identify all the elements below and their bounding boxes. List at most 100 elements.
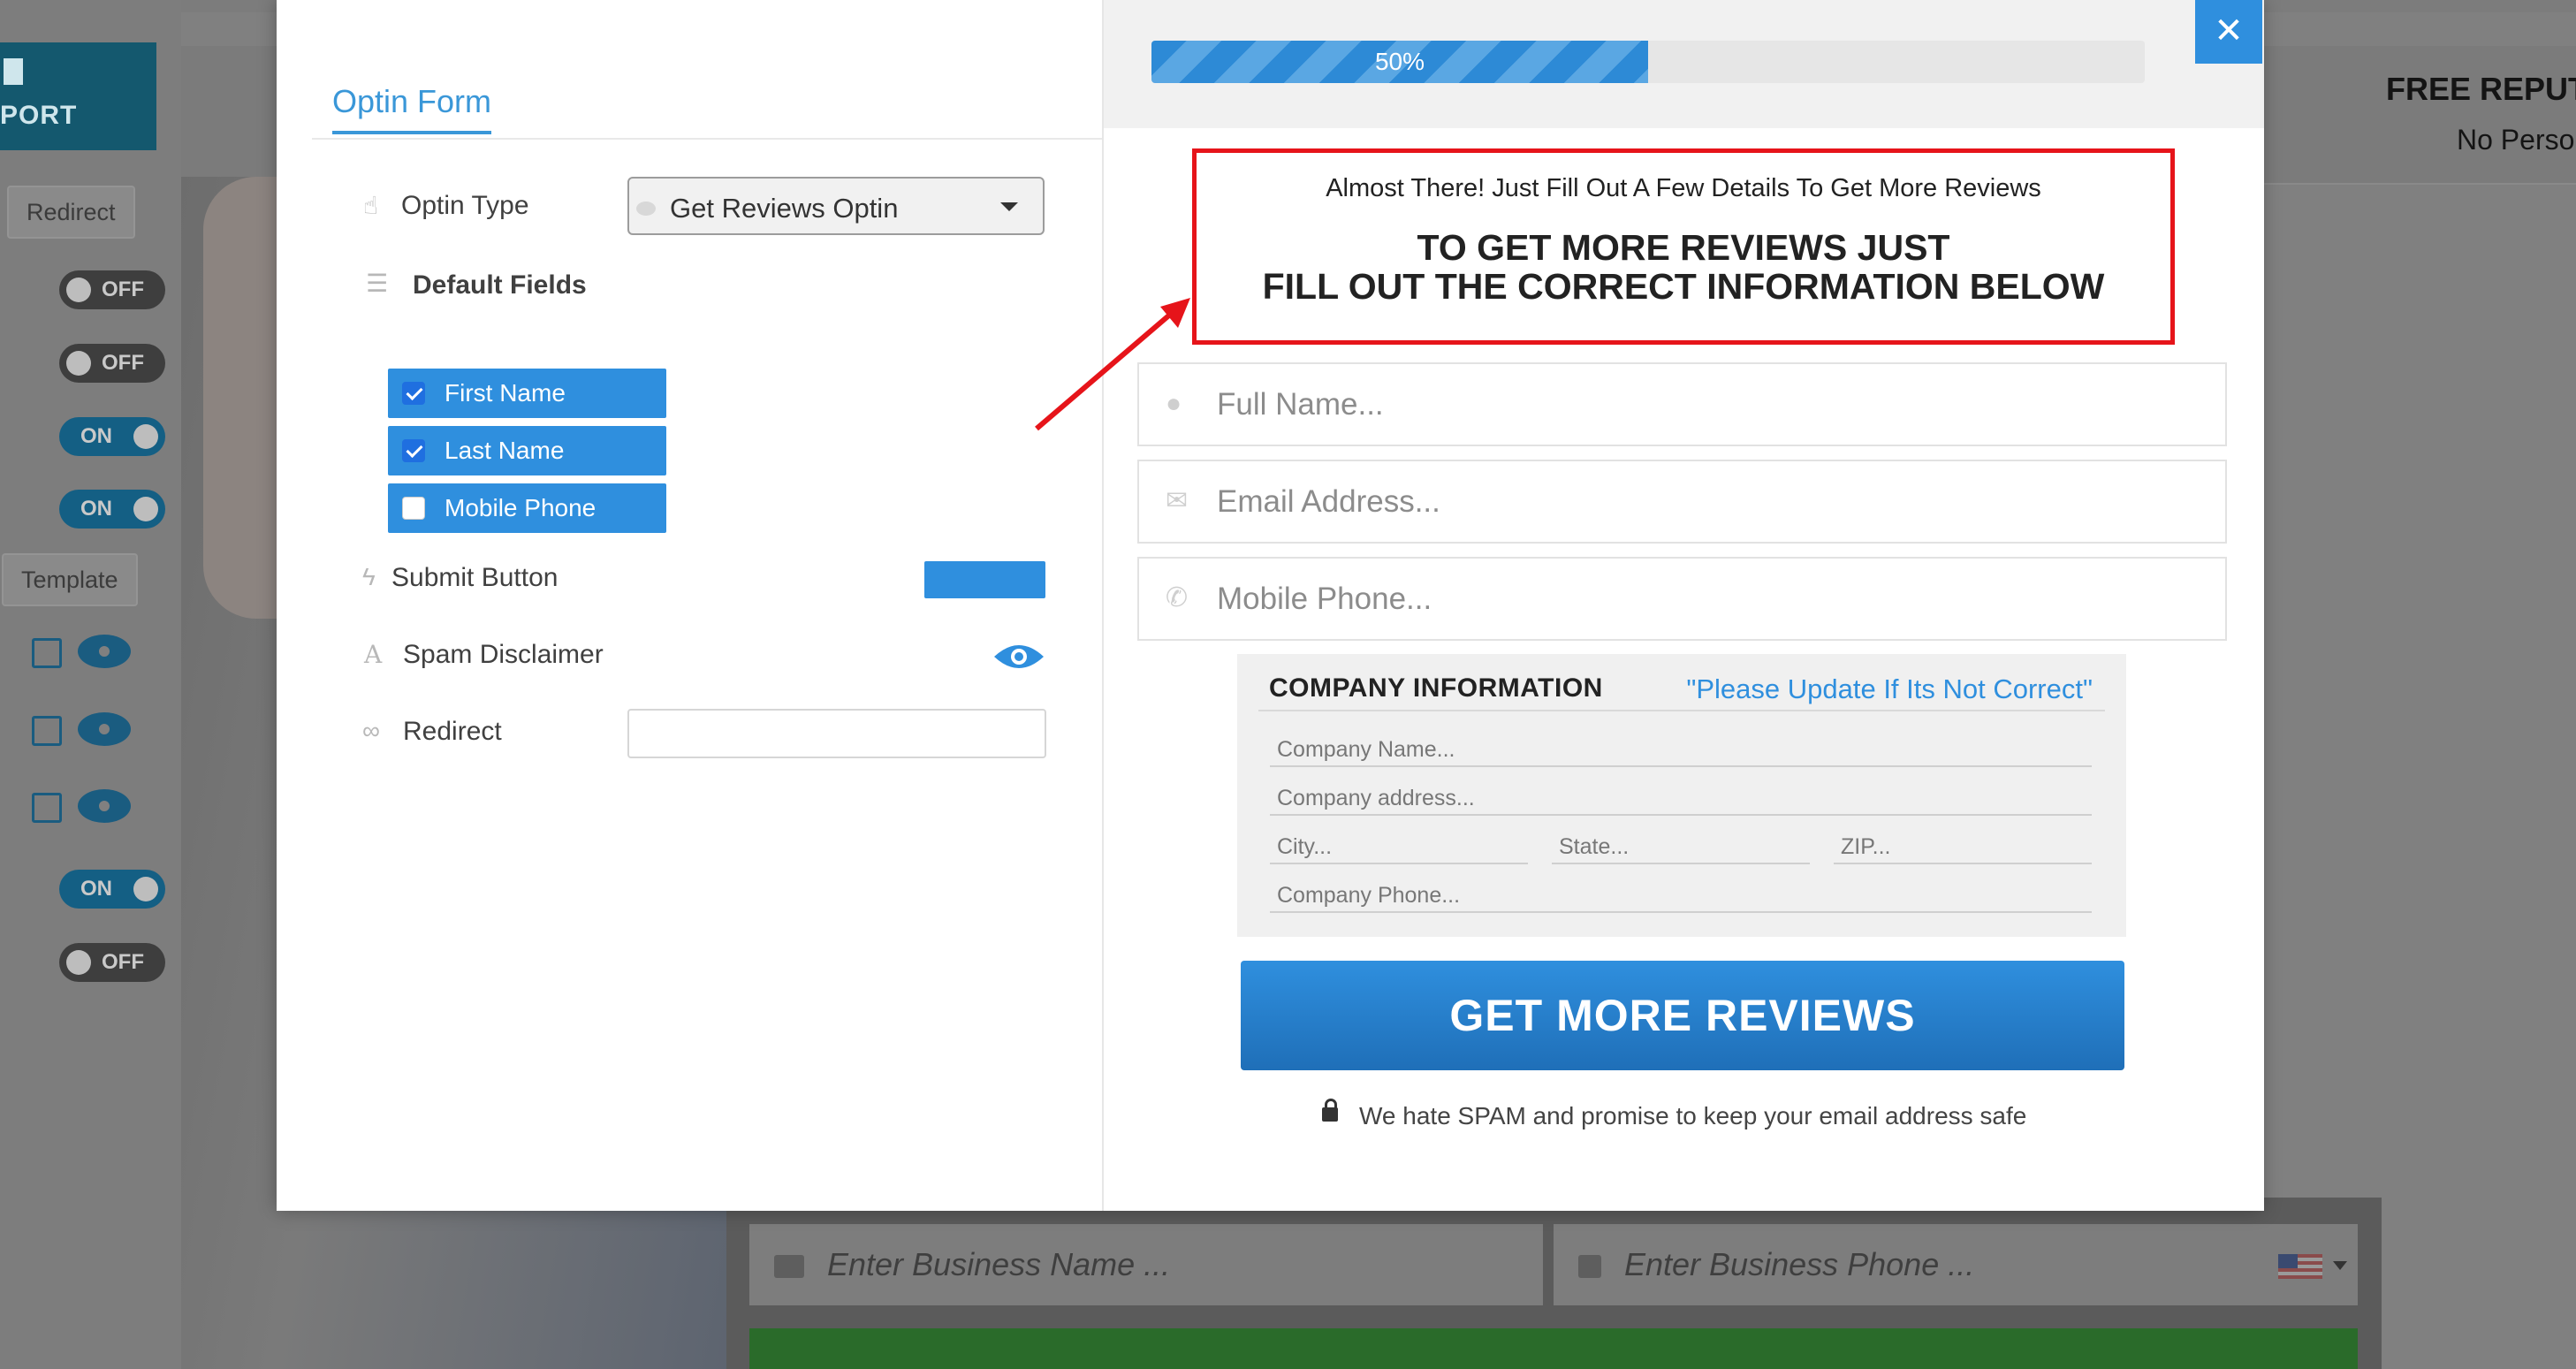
checkbox-unchecked[interactable] — [402, 497, 425, 520]
caret-down-icon[interactable] — [2333, 1261, 2347, 1270]
progress-text: 50% — [1374, 48, 1425, 75]
phone-icon: ✆ — [1166, 583, 1189, 612]
mobile-phone-input[interactable]: ✆ Mobile Phone... — [1137, 557, 2227, 641]
background-toggle-1[interactable]: OFF — [59, 270, 165, 309]
background-toggle-6[interactable]: OFF — [59, 943, 165, 982]
pointer-hand-icon: ☝ — [363, 192, 379, 219]
edit-icon[interactable] — [32, 716, 62, 746]
toggle-knob — [133, 497, 158, 521]
eye-icon[interactable] — [78, 789, 131, 823]
briefcase-icon — [774, 1255, 804, 1279]
company-information-panel: COMPANY INFORMATION "Please Update If It… — [1237, 654, 2126, 937]
default-fields-label: Default Fields — [413, 270, 587, 300]
lock-icon — [1322, 1098, 1338, 1122]
company-address-field[interactable]: Company address... — [1270, 780, 2092, 816]
mobile-phone-placeholder: Mobile Phone... — [1217, 582, 1432, 616]
edit-icon[interactable] — [32, 638, 62, 668]
user-icon: ● — [1166, 389, 1182, 418]
redirect-label: Redirect — [403, 717, 502, 746]
company-heading: COMPANY INFORMATION — [1269, 673, 1603, 703]
company-update-notice: "Please Update If Its Not Correct" — [1686, 673, 2093, 704]
background-toggle-2[interactable]: OFF — [59, 344, 165, 383]
field-label: First Name — [445, 379, 566, 407]
chat-bubble-icon — [636, 202, 656, 216]
background-toggle-3[interactable]: ON — [59, 417, 165, 456]
spam-disclaimer-label: Spam Disclaimer — [403, 640, 604, 669]
background-template-tab[interactable]: Template — [2, 553, 138, 606]
background-toggle-5[interactable]: ON — [59, 870, 165, 909]
email-placeholder: Email Address... — [1217, 484, 1440, 519]
toggle-label: OFF — [102, 950, 144, 974]
progress-bar: 50% — [1151, 41, 2145, 83]
eye-icon[interactable] — [78, 712, 131, 746]
close-icon: ✕ — [2214, 11, 2244, 50]
checkbox-checked[interactable] — [402, 382, 425, 405]
business-phone-placeholder: Enter Business Phone ... — [1624, 1246, 1975, 1282]
optin-type-label: Optin Type — [401, 191, 529, 220]
us-flag-icon[interactable] — [2278, 1254, 2322, 1279]
optin-type-select[interactable]: Get Reviews Optin — [627, 177, 1045, 235]
submit-button-label: Submit Button — [391, 563, 559, 592]
company-phone-field[interactable]: Company Phone... — [1270, 878, 2092, 913]
background-page-subtitle: No Perso — [2457, 124, 2575, 156]
toggle-label: ON — [80, 424, 112, 448]
company-divider — [1258, 710, 2105, 711]
font-icon: A — [364, 640, 383, 669]
company-name-field[interactable]: Company Name... — [1270, 732, 2092, 767]
background-page-title: FREE REPUT — [2386, 71, 2576, 107]
checkbox-checked[interactable] — [402, 439, 425, 462]
preview-top-band: 50% — [1104, 0, 2264, 128]
background-report-button[interactable]: PORT — [0, 42, 156, 150]
zip-field[interactable]: ZIP... — [1834, 829, 2092, 864]
redirect-url-input[interactable] — [627, 709, 1046, 758]
toggle-knob — [66, 950, 91, 975]
field-label: Last Name — [445, 437, 565, 464]
eye-icon[interactable] — [78, 635, 131, 668]
background-submit-button[interactable] — [749, 1328, 2358, 1369]
field-mobile-phone-checkbox[interactable]: Mobile Phone — [388, 483, 666, 533]
list-icon: ☰ — [366, 270, 389, 297]
state-field[interactable]: State... — [1552, 829, 1810, 864]
tab-divider — [312, 138, 1102, 140]
headline-line-1: TO GET MORE REVIEWS JUST — [1417, 227, 1950, 268]
toggle-label: ON — [80, 497, 112, 521]
toggle-knob — [133, 877, 158, 901]
eye-visibility-icon[interactable] — [992, 641, 1045, 673]
full-name-placeholder: Full Name... — [1217, 387, 1384, 422]
spam-notice-text: We hate SPAM and promise to keep your em… — [1359, 1102, 2027, 1129]
field-label: Mobile Phone — [445, 494, 597, 521]
report-label: PORT — [0, 101, 78, 130]
document-icon — [4, 58, 23, 85]
toggle-label: ON — [80, 877, 112, 901]
business-name-placeholder: Enter Business Name ... — [827, 1246, 1171, 1282]
background-toggle-4[interactable]: ON — [59, 490, 165, 529]
toggle-label: OFF — [102, 351, 144, 375]
tab-optin-form[interactable]: Optin Form — [332, 83, 492, 134]
full-name-input[interactable]: ● Full Name... — [1137, 362, 2227, 446]
headline-title: TO GET MORE REVIEWS JUST FILL OUT THE CO… — [1197, 228, 2170, 306]
field-last-name-checkbox[interactable]: Last Name — [388, 426, 666, 475]
field-first-name-checkbox[interactable]: First Name — [388, 369, 666, 418]
email-input[interactable]: ✉ Email Address... — [1137, 460, 2227, 544]
edit-icon[interactable] — [32, 793, 62, 823]
phone-icon — [1578, 1255, 1601, 1279]
get-more-reviews-button[interactable]: GET MORE REVIEWS — [1241, 961, 2124, 1070]
optin-type-value: Get Reviews Optin — [670, 193, 899, 224]
city-field[interactable]: City... — [1270, 829, 1528, 864]
business-phone-input[interactable]: Enter Business Phone ... — [1554, 1224, 2358, 1305]
background-redirect-tab[interactable]: Redirect — [7, 186, 135, 239]
toggle-label: OFF — [102, 278, 144, 301]
envelope-icon: ✉ — [1166, 486, 1189, 515]
chevron-down-icon — [1000, 202, 1018, 211]
bolt-icon: ϟ — [362, 563, 376, 590]
headline-subtitle: Almost There! Just Fill Out A Few Detail… — [1326, 174, 2041, 202]
submit-button-color-swatch[interactable] — [924, 561, 1045, 598]
business-name-input[interactable]: Enter Business Name ... — [749, 1224, 1543, 1305]
close-button[interactable]: ✕ — [2195, 0, 2262, 64]
highlighted-headline: Almost There! Just Fill Out A Few Detail… — [1192, 148, 2175, 345]
toggle-knob — [66, 351, 91, 376]
toggle-knob — [66, 278, 91, 302]
optin-settings-pane: Optin Form ☝ Optin Type Get Reviews Opti… — [277, 0, 1102, 1211]
toggle-knob — [133, 424, 158, 449]
link-icon: ∞ — [362, 717, 380, 744]
